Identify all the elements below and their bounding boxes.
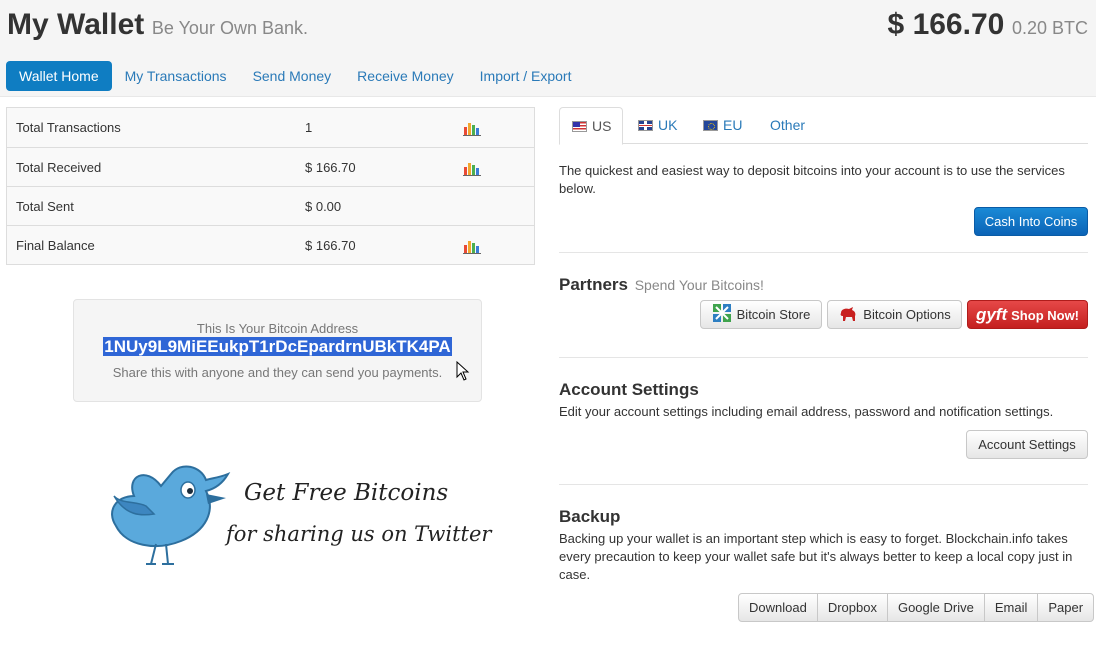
nav-import-export[interactable]: Import / Export: [467, 61, 585, 91]
twitter-promo-banner[interactable]: Get Free Bitcoins for sharing us on Twit…: [106, 456, 491, 572]
backup-text: Backing up your wallet is an important s…: [559, 531, 1073, 582]
balance-btc: 0.20 BTC: [1011, 18, 1088, 38]
bull-icon: [840, 307, 856, 321]
mouse-cursor-icon: [456, 361, 470, 381]
us-flag-icon: [572, 121, 587, 132]
balance-display: $ 166.70 0.20 BTC: [888, 8, 1088, 42]
bitcoin-store-button[interactable]: Bitcoin Store: [700, 300, 822, 329]
stat-value: $ 166.70: [305, 238, 356, 253]
address-note: Share this with anyone and they can send…: [112, 365, 443, 380]
google-drive-button[interactable]: Google Drive: [886, 594, 984, 621]
wallet-tagline: Be Your Own Bank.: [151, 18, 308, 38]
deposit-text: The quickest and easiest way to deposit …: [559, 163, 1065, 196]
nav-my-transactions[interactable]: My Transactions: [112, 61, 240, 91]
bitcoin-address[interactable]: 1NUy9L9MiEEukpT1rDcEpardrnUBkTK4PA: [74, 337, 481, 357]
bitcoin-address-text[interactable]: 1NUy9L9MiEEukpT1rDcEpardrnUBkTK4PA: [103, 337, 452, 356]
partners-title: Partners: [559, 275, 628, 294]
divider: [559, 252, 1088, 253]
balance-usd: $ 166.70: [887, 8, 1005, 41]
eu-flag-icon: [703, 120, 718, 131]
divider: [559, 484, 1088, 485]
gyft-shop-button[interactable]: gyft Shop Now!: [967, 300, 1088, 329]
bar-chart-icon[interactable]: [463, 121, 481, 136]
twitter-bird-icon: [111, 465, 231, 565]
paper-button[interactable]: Paper: [1037, 594, 1093, 621]
tab-label: Other: [770, 117, 806, 133]
dropbox-button[interactable]: Dropbox: [816, 594, 887, 621]
partners-subtitle: Spend Your Bitcoins!: [634, 277, 764, 293]
tab-eu[interactable]: EU: [703, 107, 742, 144]
bar-chart-icon[interactable]: [463, 161, 481, 176]
tab-other[interactable]: Other: [770, 107, 805, 144]
account-settings-button[interactable]: Account Settings: [966, 430, 1088, 459]
page-title: My Wallet Be Your Own Bank.: [7, 8, 308, 42]
email-button[interactable]: Email: [983, 594, 1038, 621]
nav-receive-money[interactable]: Receive Money: [344, 61, 467, 91]
address-caption: This Is Your Bitcoin Address: [196, 321, 359, 336]
stats-table: Total Transactions 1 Total Received $ 16…: [6, 107, 535, 265]
gyft-shop-label: Shop Now!: [1011, 308, 1080, 323]
bar-chart-icon[interactable]: [463, 239, 481, 254]
tab-label: UK: [658, 117, 678, 133]
backup-heading: Backup: [559, 507, 621, 526]
stat-label: Total Received: [16, 160, 102, 175]
account-settings-heading: Account Settings: [559, 380, 699, 399]
table-row: Total Sent $ 0.00: [7, 186, 534, 225]
tab-uk[interactable]: UK: [638, 107, 677, 144]
nav-wallet-home[interactable]: Wallet Home: [6, 61, 112, 91]
promo-heading: Get Free Bitcoins: [244, 480, 449, 506]
bitcoin-options-label: Bitcoin Options: [863, 307, 951, 322]
partners-heading: Partners Spend Your Bitcoins!: [559, 275, 764, 295]
stat-value: $ 0.00: [305, 199, 342, 214]
table-row: Final Balance $ 166.70: [7, 225, 534, 264]
tab-us[interactable]: US: [559, 107, 623, 145]
bitcoin-options-button[interactable]: Bitcoin Options: [827, 300, 962, 329]
stat-label: Total Sent: [16, 199, 74, 214]
region-tabs: US UK EU Other: [559, 107, 1088, 145]
bitcoin-address-box: This Is Your Bitcoin Address 1NUy9L9MiEE…: [73, 299, 482, 402]
stat-value: $ 166.70: [305, 160, 356, 175]
wallet-title: My Wallet: [7, 8, 145, 41]
nav-send-money[interactable]: Send Money: [240, 61, 345, 91]
gyft-logo: gyft: [975, 305, 1008, 324]
divider: [559, 357, 1088, 358]
tab-label: EU: [723, 117, 743, 133]
stat-value: 1: [305, 120, 313, 135]
backup-button-group: Download Dropbox Google Drive Email Pape…: [738, 593, 1095, 622]
stat-label: Final Balance: [16, 238, 95, 253]
uk-flag-icon: [638, 120, 653, 131]
stat-label: Total Transactions: [16, 120, 121, 135]
table-row: Total Received $ 166.70: [7, 147, 534, 186]
bitcoin-store-label: Bitcoin Store: [736, 307, 811, 322]
tab-label: US: [592, 118, 612, 134]
cash-into-coins-button[interactable]: Cash Into Coins: [974, 207, 1088, 236]
promo-subheading: for sharing us on Twitter: [226, 522, 492, 546]
table-row: Total Transactions 1: [7, 108, 534, 147]
bitcoin-store-icon: [712, 304, 731, 322]
top-bar: My Wallet Be Your Own Bank. $ 166.70 0.2…: [0, 0, 1096, 97]
main-nav: Wallet Home My Transactions Send Money R…: [6, 61, 584, 91]
account-settings-text: Edit your account settings including ema…: [559, 404, 1054, 419]
download-button[interactable]: Download: [739, 594, 817, 621]
